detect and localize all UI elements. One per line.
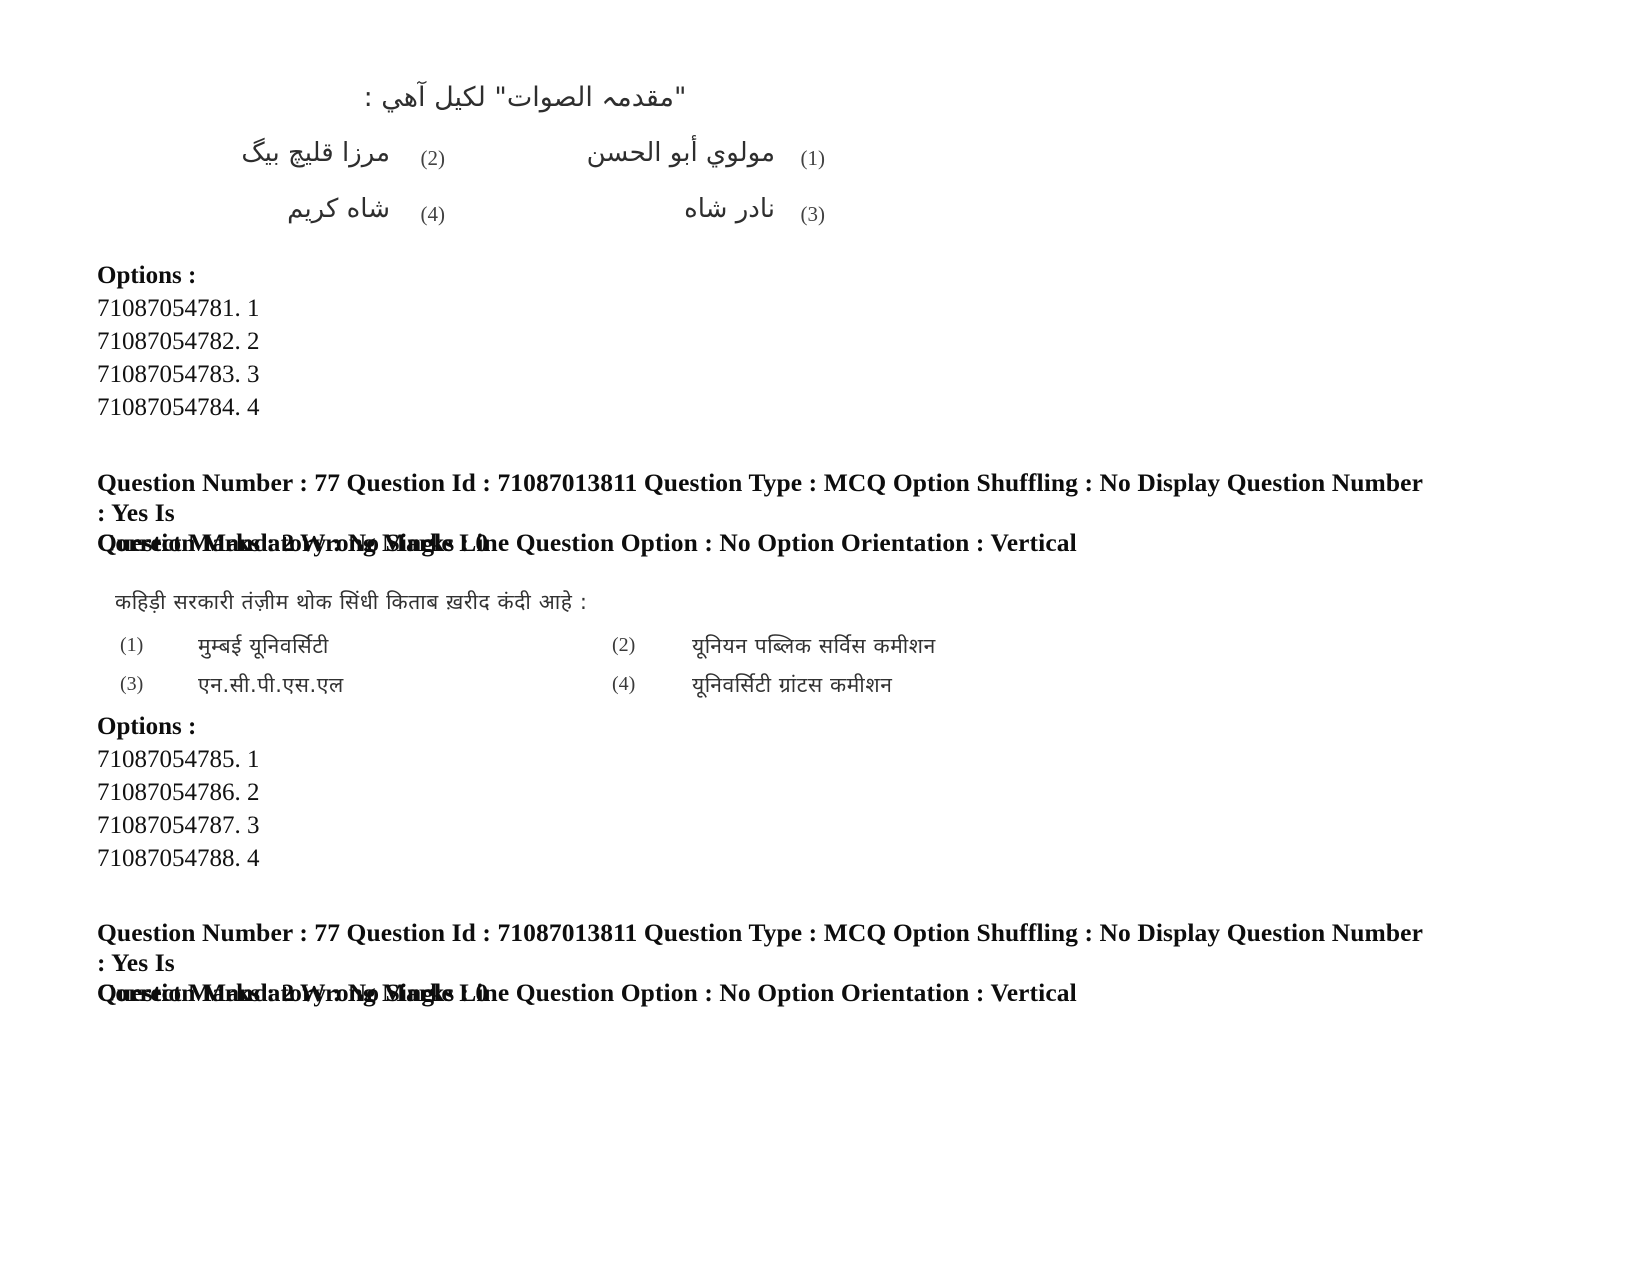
question-1-option-row-1: (1) مولوي أبو الحسن (2) مرزا قليچ بيگ xyxy=(95,138,975,194)
question-1-option-1-marker: (1) xyxy=(800,146,826,170)
question-1-option-row-2: (3) نادر شاه (4) شاه كريم xyxy=(95,194,975,250)
question-2-stem: कहिड़ी सरकारी तंज़ीम थोक सिंधी किताब ख़र… xyxy=(115,590,588,614)
question-1-options-label: Options : xyxy=(97,262,197,289)
question-2-option-id-3: 71087054787. 3 xyxy=(97,812,260,839)
question-2-option-id-2: 71087054786. 2 xyxy=(97,779,260,806)
question-2-option-2-marker: (2) xyxy=(612,634,636,656)
question-1-option-1-text: مولوي أبو الحسن xyxy=(586,138,775,168)
question-1-option-4-text: شاه كريم xyxy=(287,194,390,224)
question-2-metadata-line-1: Question Number : 77 Question Id : 71087… xyxy=(97,918,1423,977)
question-1-option-id-2: 71087054782. 2 xyxy=(97,328,260,355)
question-2-option-1-marker: (1) xyxy=(120,634,144,656)
question-1-option-4-marker: (4) xyxy=(420,202,446,226)
question-2-option-3-marker: (3) xyxy=(120,673,144,695)
question-1-metadata-line-1: Question Number : 77 Question Id : 71087… xyxy=(97,468,1423,527)
question-1-option-3-marker: (3) xyxy=(800,202,826,226)
question-2-option-4-marker: (4) xyxy=(612,673,636,695)
question-2-option-3-text: एन.सी.पी.एस.एल xyxy=(198,673,344,697)
question-2-options-label: Options : xyxy=(97,713,197,740)
question-1-option-2-marker: (2) xyxy=(420,146,446,170)
question-2-option-id-1: 71087054785. 1 xyxy=(97,746,260,773)
question-1-options-scan: (1) مولوي أبو الحسن (2) مرزا قليچ بيگ (3… xyxy=(95,138,975,250)
question-1-option-3-text: نادر شاه xyxy=(684,194,775,224)
document-page: "مقدمہ الصوات" لکيل آهي : (1) مولوي أبو … xyxy=(0,0,1650,1275)
question-1-stem: "مقدمہ الصوات" لکيل آهي : xyxy=(363,82,687,113)
question-1-option-2-text: مرزا قليچ بيگ xyxy=(241,138,390,168)
question-1-option-id-1: 71087054781. 1 xyxy=(97,295,260,322)
question-2-option-4-text: यूनिवर्सिटी ग्रांटस कमीशन xyxy=(692,673,893,697)
question-2-marks: Correct Marks : 2 Wrong Marks : 0 xyxy=(97,978,489,1007)
question-1-marks: Correct Marks : 2 Wrong Marks : 0 xyxy=(97,528,489,557)
question-2-option-2-text: यूनियन पब्लिक सर्विस कमीशन xyxy=(692,634,936,658)
question-1-option-id-3: 71087054783. 3 xyxy=(97,361,260,388)
question-1-option-id-4: 71087054784. 4 xyxy=(97,394,260,421)
question-2-option-id-4: 71087054788. 4 xyxy=(97,845,260,872)
question-2-option-1-text: मुम्बई यूनिवर्सिटी xyxy=(198,634,329,658)
